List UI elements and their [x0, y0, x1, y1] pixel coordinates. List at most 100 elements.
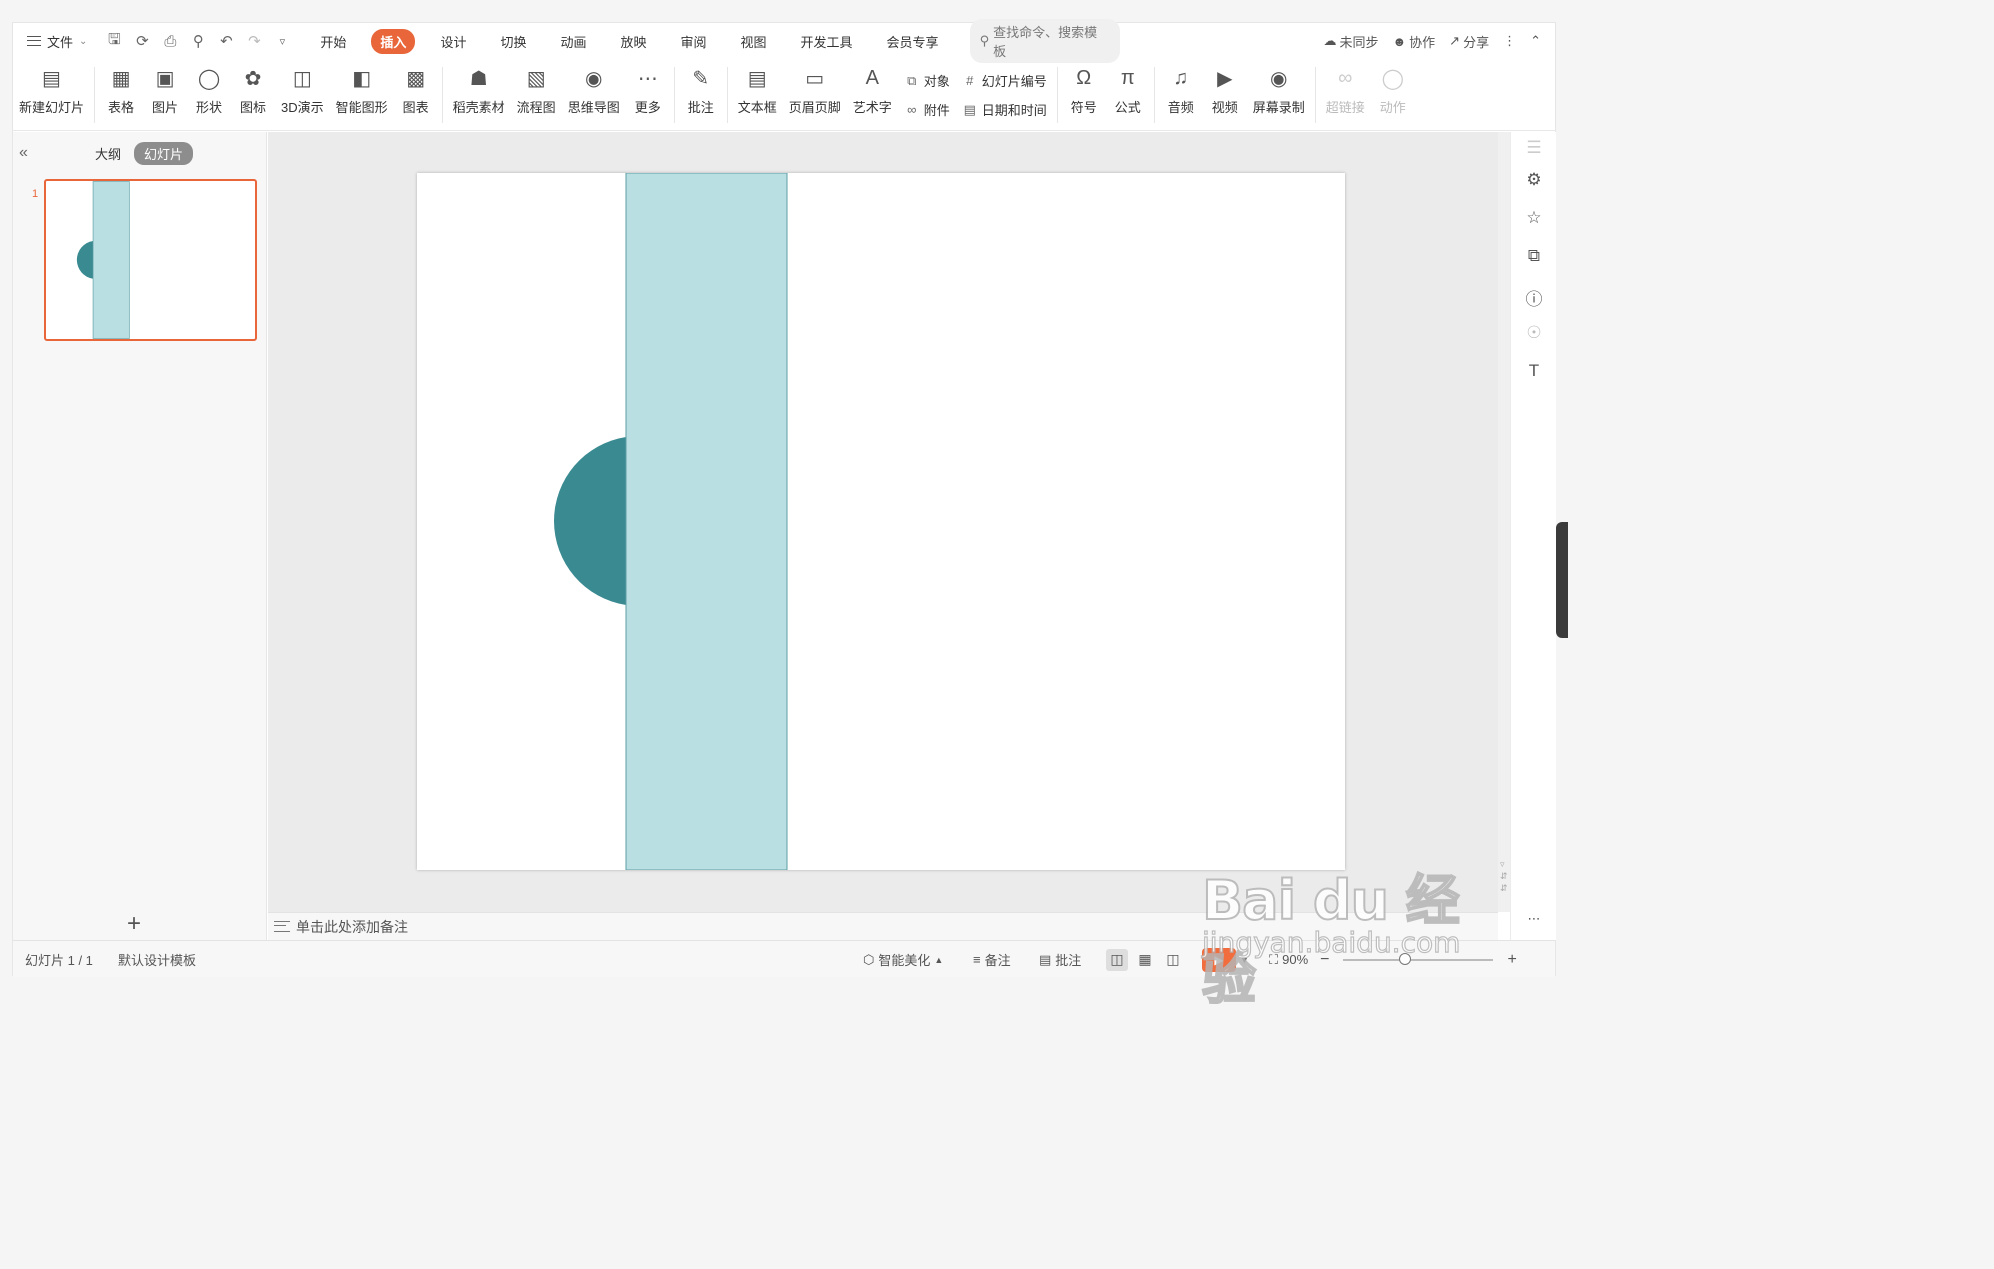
chart-label: 图表 — [402, 100, 429, 115]
icon-label: 图标 — [240, 100, 267, 115]
tab-transitions[interactable]: 切换 — [491, 29, 535, 54]
undo-icon[interactable]: ↶ — [217, 32, 235, 50]
customize-toolbar-icon[interactable]: ▿ — [273, 35, 291, 48]
normal-view-icon[interactable]: ◫ — [1106, 948, 1128, 971]
link-icon: ∞ — [1338, 66, 1353, 89]
smart-beautify-label: 智能美化 — [878, 953, 931, 968]
tab-review[interactable]: 审阅 — [672, 29, 716, 54]
slide-thumbnail-graphic — [76, 181, 130, 339]
picture-button[interactable]: ▣ 图片 — [143, 63, 187, 116]
light-teal-rectangle[interactable] — [625, 173, 788, 870]
watermark-url: jingyan.baidu.com — [1201, 925, 1461, 959]
more-vertical-icon[interactable]: ⋮ — [1503, 33, 1516, 49]
reading-view-icon[interactable]: ◫ — [1162, 949, 1184, 971]
redo-icon[interactable]: ↷ — [245, 32, 263, 50]
hyperlink-button[interactable]: ∞ 超链接 — [1320, 63, 1371, 116]
tab-design[interactable]: 设计 — [431, 29, 475, 54]
tab-animations[interactable]: 动画 — [551, 29, 595, 54]
tab-developer[interactable]: 开发工具 — [792, 29, 862, 54]
text-icon[interactable]: T — [1524, 361, 1544, 381]
tab-insert[interactable]: 插入 — [371, 28, 416, 54]
format-painter-icon[interactable]: ⟳ — [133, 32, 151, 50]
file-menu[interactable]: 文件 ⌄ — [13, 32, 97, 51]
tab-home[interactable]: 开始 — [311, 29, 355, 54]
more-dots-icon[interactable]: ⋯ — [1524, 911, 1544, 927]
video-icon: ▶ — [1217, 67, 1233, 90]
symbol-button[interactable]: Ω 符号 — [1062, 63, 1106, 116]
file-menu-label: 文件 — [47, 34, 74, 50]
mouse-icon: ◯ — [1381, 67, 1404, 90]
print-icon[interactable]: ⎙ — [161, 33, 179, 50]
tab-member[interactable]: 会员专享 — [878, 29, 948, 54]
sorter-view-icon[interactable]: ▦ — [1134, 949, 1156, 971]
template-name[interactable]: 默认设计模板 — [118, 941, 196, 978]
formula-button[interactable]: π 公式 — [1106, 63, 1150, 116]
collapse-panel-icon[interactable]: « — [19, 144, 28, 162]
shape-button[interactable]: ◯ 形状 — [187, 63, 231, 116]
drag-handle-icon[interactable]: ☰ — [1524, 138, 1544, 158]
copy-icon[interactable]: ⧉ — [1524, 246, 1544, 266]
edge-widget[interactable] — [1556, 522, 1568, 638]
teal-semicircle[interactable] — [554, 437, 626, 605]
add-slide-button[interactable]: + — [127, 910, 141, 938]
comment-toggle-button[interactable]: ▤ 批注 — [1039, 941, 1081, 978]
wordart-icon: A — [865, 66, 879, 89]
tab-slideshow[interactable]: 放映 — [611, 29, 655, 54]
vertical-scrollbar[interactable]: ▿ ⇵ ⇵ — [1498, 132, 1510, 912]
smartart-label: 智能图形 — [335, 100, 388, 115]
screen-record-button[interactable]: ◉ 屏幕录制 — [1247, 63, 1311, 116]
flowchart-button[interactable]: ▧ 流程图 — [511, 63, 562, 116]
tab-outline[interactable]: 大纲 — [95, 144, 121, 163]
smartart-button[interactable]: ◧ 智能图形 — [330, 63, 394, 116]
header-footer-button[interactable]: ▭ 页眉页脚 — [783, 63, 847, 116]
print-preview-icon[interactable]: ⚲ — [189, 32, 207, 50]
command-search[interactable]: ⚲ 查找命令、搜索模板 — [969, 19, 1120, 63]
attachment-button[interactable]: ∞ 附件 — [904, 100, 950, 119]
docer-button[interactable]: ☗ 稻壳素材 — [447, 63, 511, 116]
datetime-button[interactable]: ▤ 日期和时间 — [962, 100, 1047, 119]
share-label: 分享 — [1463, 34, 1490, 50]
new-slide-button[interactable]: ▤ 新建幻灯片 — [13, 63, 90, 116]
slide-thumbnail[interactable] — [44, 179, 257, 341]
wordart-button[interactable]: A 艺术字 — [847, 63, 898, 116]
star-icon[interactable]: ☆ — [1524, 208, 1544, 228]
thumb-rectangle — [92, 181, 130, 339]
lightbulb-icon[interactable]: ☉ — [1524, 323, 1544, 343]
side-toolbar: ☰ ⚙ ☆ ⧉ ⓘ ☉ T ⋯ — [1510, 132, 1556, 940]
textbox-icon: ▤ — [747, 67, 767, 90]
collab-button[interactable]: ☻ 协作 — [1392, 32, 1435, 51]
slide-1[interactable] — [417, 173, 1345, 870]
more-button[interactable]: ⋯ 更多 — [626, 63, 670, 116]
share-button[interactable]: ↗ 分享 — [1449, 32, 1489, 51]
settings-sliders-icon[interactable]: ⚙ — [1524, 170, 1544, 190]
comment-button[interactable]: ✎ 批注 — [679, 63, 723, 116]
tab-slides[interactable]: 幻灯片 — [134, 142, 194, 165]
zoom-in-icon[interactable]: + — [1507, 951, 1516, 969]
table-button[interactable]: ▦ 表格 — [99, 63, 143, 116]
demo3d-button[interactable]: ◫ 3D演示 — [275, 63, 330, 116]
comment-icon: ✎ — [692, 67, 710, 90]
help-icon[interactable]: ⓘ — [1524, 285, 1544, 310]
chart-button[interactable]: ▩ 图表 — [394, 63, 438, 116]
object-button[interactable]: ⧉ 对象 — [904, 71, 950, 90]
textbox-button[interactable]: ▤ 文本框 — [732, 63, 783, 116]
speaker-icon: ♫ — [1173, 66, 1189, 89]
sync-button[interactable]: ☁ 未同步 — [1323, 32, 1378, 51]
presentation-3d-icon: ◫ — [292, 67, 312, 90]
audio-button[interactable]: ♫ 音频 — [1159, 63, 1203, 116]
ribbon-divider — [1153, 67, 1155, 123]
action-button[interactable]: ◯ 动作 — [1371, 63, 1415, 116]
scroll-arrows[interactable]: ▿ ⇵ ⇵ — [1500, 858, 1508, 894]
demo3d-label: 3D演示 — [281, 100, 324, 115]
tab-view[interactable]: 视图 — [732, 29, 776, 54]
icon-button[interactable]: ✿ 图标 — [231, 63, 275, 116]
smart-beautify-button[interactable]: ⬡ 智能美化 ▲ — [863, 941, 943, 978]
save-icon[interactable]: 🖫 — [105, 29, 123, 54]
collapse-ribbon-icon[interactable]: ⌃ — [1530, 33, 1541, 49]
mindmap-button[interactable]: ◉ 思维导图 — [562, 63, 626, 116]
video-button[interactable]: ▶ 视频 — [1203, 63, 1247, 116]
paperclip-icon: ∞ — [907, 102, 917, 117]
notes-toggle-button[interactable]: ≡ 备注 — [973, 941, 1011, 978]
video-label: 视频 — [1211, 100, 1238, 115]
slide-number-button[interactable]: # 幻灯片编号 — [962, 71, 1047, 90]
